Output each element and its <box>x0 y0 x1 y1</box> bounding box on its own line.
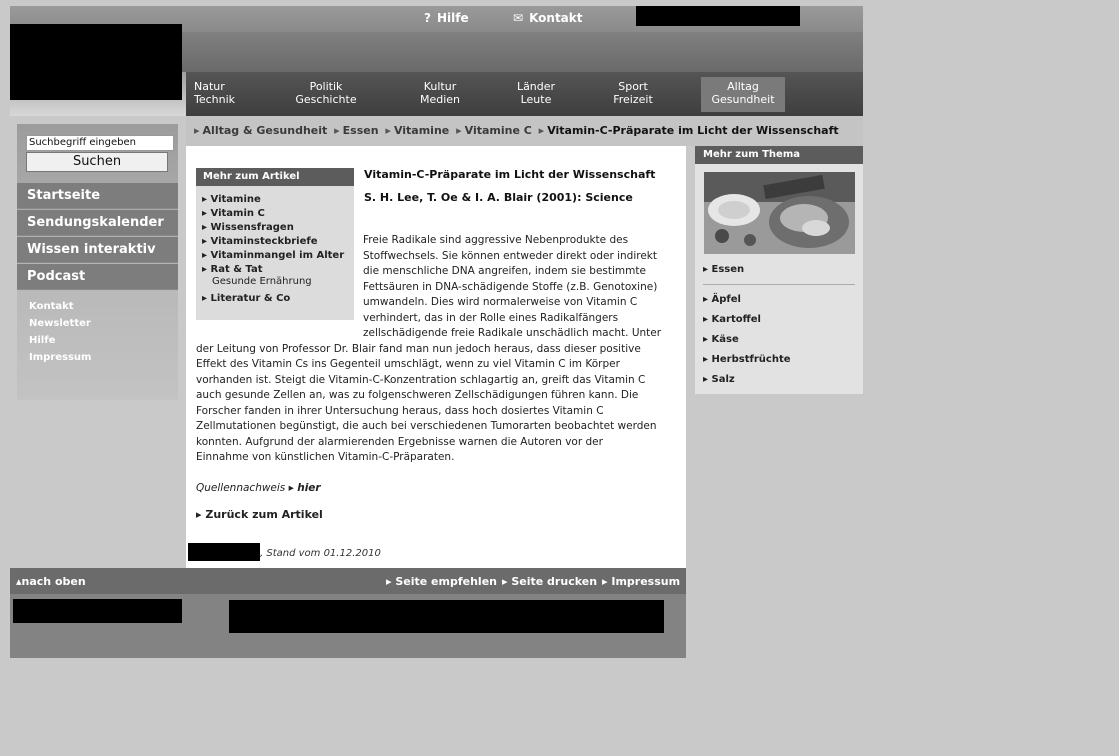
last-updated: , Stand vom 01.12.2010 <box>260 548 381 559</box>
article-text-line: verhindert, das in der Rolle eines Radik… <box>363 311 619 324</box>
chevron-right-icon: ▸ <box>456 124 462 137</box>
nav-natur-technik[interactable]: Natur Technik <box>194 80 244 106</box>
article-text-line: Fettsäuren in DNA-schädigende Stoffe (z.… <box>363 280 658 293</box>
more-topic-link[interactable]: ▸ Salz <box>703 374 735 385</box>
sidebar-item-newsletter[interactable]: Newsletter <box>29 318 91 329</box>
print-page-link[interactable]: ▸ Seite drucken <box>502 575 597 588</box>
sidebar-item-sendungskalender[interactable]: Sendungskalender <box>17 210 178 236</box>
article-text-line: umwandeln. Dies wird normalerweise von V… <box>363 296 638 308</box>
redacted-block <box>229 600 664 633</box>
article-text-line: auch gesunde Zellen an, was zu folgensch… <box>196 389 639 401</box>
chevron-right-icon: ▸ <box>385 124 391 137</box>
breadcrumb-item[interactable]: Vitamine <box>394 124 449 137</box>
article-text-line: Stoffwechsels. Sie können entweder direk… <box>363 249 658 262</box>
article-text-line: die menschliche DNA angreifen, indem sie… <box>363 265 646 277</box>
more-topic-link[interactable]: ▸ Essen <box>703 264 744 275</box>
more-article-link[interactable]: ▸ Vitamin C <box>202 208 265 219</box>
nav-kultur-medien[interactable]: Kultur Medien <box>410 80 470 106</box>
article-text-line: konnten. Aufgrund der alarmierenden Erge… <box>196 435 603 448</box>
nav-sport-freizeit[interactable]: Sport Freizeit <box>603 80 663 106</box>
redacted-block <box>636 6 800 26</box>
logo-redacted[interactable] <box>10 24 182 100</box>
sidebar-item-hilfe[interactable]: Hilfe <box>29 335 55 346</box>
chevron-right-icon: ▸ <box>334 124 340 137</box>
more-topic-link[interactable]: ▸ Käse <box>703 334 739 345</box>
back-to-article-link[interactable]: ▸ Zurück zum Artikel <box>196 508 323 521</box>
back-to-top-link[interactable]: ▴nach oben <box>16 575 86 588</box>
article-citation: S. H. Lee, T. Oe & I. A. Blair (2001): S… <box>364 191 633 204</box>
question-icon: ? <box>424 11 431 25</box>
sidebar-item-impressum[interactable]: Impressum <box>29 352 91 363</box>
more-article-sublabel: Gesunde Ernährung <box>212 276 312 287</box>
sidebar-item-podcast[interactable]: Podcast <box>17 264 178 290</box>
contact-link[interactable]: ✉ Kontakt <box>513 11 583 25</box>
redacted-block <box>13 599 182 623</box>
chevron-right-icon: ▸ <box>194 124 200 137</box>
redacted-block <box>188 543 260 561</box>
sidebar-item-startseite[interactable]: Startseite <box>17 183 178 209</box>
article-text-line: Freie Radikale sind aggressive Nebenprod… <box>363 234 629 246</box>
more-article-link[interactable]: ▸ Rat & Tat <box>202 264 263 275</box>
food-image[interactable] <box>704 172 855 254</box>
more-article-link[interactable]: ▸ Wissensfragen <box>202 222 294 233</box>
search-input[interactable]: Suchbegriff eingeben <box>26 135 174 151</box>
article-text-line: vorhanden ist. Steigt die Vitamin-C-Konz… <box>196 373 646 386</box>
more-topic-link[interactable]: ▸ Kartoffel <box>703 314 761 325</box>
more-article-link[interactable]: ▸ Literatur & Co <box>202 293 290 304</box>
article-title: Vitamin-C-Präparate im Licht der Wissens… <box>364 168 656 181</box>
article-text-line: Effekt des Vitamin Cs ins Gegenteil umsc… <box>196 358 620 370</box>
recommend-page-link[interactable]: ▸ Seite empfehlen <box>386 575 497 588</box>
article-text-line: Forscher fanden in ihrer Untersuchung he… <box>196 404 604 417</box>
help-link[interactable]: ? Hilfe <box>424 11 469 25</box>
breadcrumb-current: Vitamin-C-Präparate im Licht der Wissens… <box>547 124 839 137</box>
more-article-link[interactable]: ▸ Vitaminmangel im Alter <box>202 250 344 261</box>
breadcrumb-item[interactable]: Essen <box>343 124 379 137</box>
more-topic-link[interactable]: ▸ Äpfel <box>703 294 741 305</box>
nav-laender-leute[interactable]: Länder Leute <box>506 80 566 106</box>
nav-politik-geschichte[interactable]: Politik Geschichte <box>290 80 362 106</box>
article-text-line: Zellmutationen begünstigt, die auch bei … <box>196 420 657 432</box>
source-link[interactable]: hier <box>297 482 320 494</box>
breadcrumb-item[interactable]: Vitamine C <box>465 124 532 137</box>
sidebar-item-kontakt[interactable]: Kontakt <box>29 301 74 312</box>
article-text-line: der Leitung von Professor Dr. Blair fand… <box>196 342 641 355</box>
more-topic-heading: Mehr zum Thema <box>695 146 863 164</box>
chevron-right-icon: ▸ <box>538 124 545 137</box>
more-topic-link[interactable]: ▸ Herbstfrüchte <box>703 354 791 365</box>
more-article-link[interactable]: ▸ Vitamine <box>202 194 261 205</box>
sidebar-item-wissen-interaktiv[interactable]: Wissen interaktiv <box>17 237 178 263</box>
source-reference: Quellennachweis ▸ hier <box>196 482 321 494</box>
breadcrumb: ▸ Alltag & Gesundheit ▸ Essen ▸ Vitamine ▸ V… <box>191 124 839 137</box>
article-text-line: Einnahme von künstlichen Vitamin-C-Präpa… <box>196 451 455 463</box>
nav-alltag-gesundheit[interactable]: Alltag Gesundheit <box>701 80 785 106</box>
breadcrumb-item[interactable]: Alltag & Gesundheit <box>203 124 328 137</box>
more-article-heading: Mehr zum Artikel <box>196 168 354 186</box>
search-button[interactable]: Suchen <box>26 152 168 172</box>
food-photo-illustration <box>704 172 855 254</box>
article-text-line: zellschädigende freie Radikale unschädli… <box>363 327 662 339</box>
mail-icon: ✉ <box>513 11 524 25</box>
divider <box>703 284 855 285</box>
more-article-link[interactable]: ▸ Vitaminsteckbriefe <box>202 236 318 247</box>
imprint-link[interactable]: ▸ Impressum <box>602 575 680 588</box>
